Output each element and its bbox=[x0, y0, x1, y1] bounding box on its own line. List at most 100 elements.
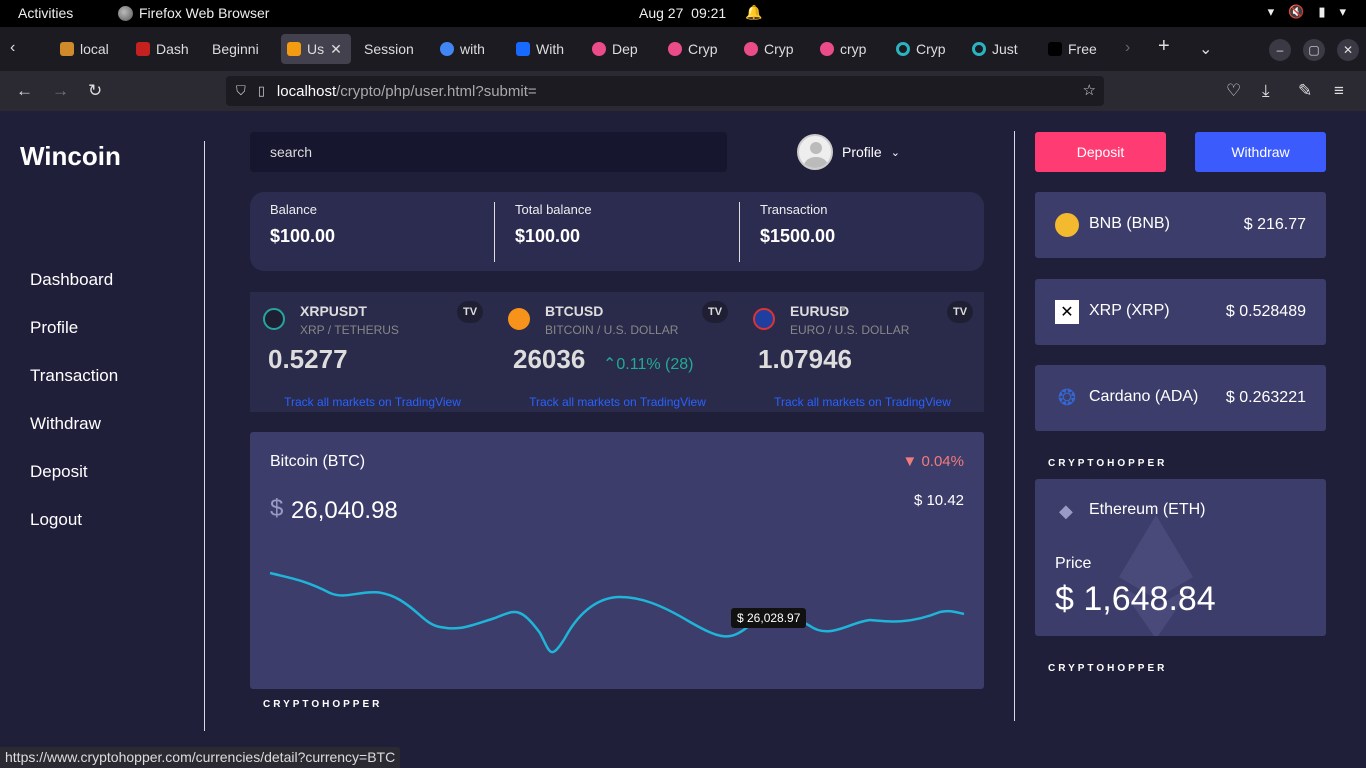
currency-symbol: $ bbox=[270, 495, 284, 522]
xampp-icon bbox=[287, 42, 301, 56]
browser-tab[interactable]: cryp bbox=[820, 34, 875, 64]
ticker-eurusd[interactable]: EURUSD ● EURO / U.S. DOLLAR 1.07946 TV Tr… bbox=[740, 292, 985, 412]
maximize-icon[interactable]: ▢ bbox=[1303, 39, 1325, 61]
ethereum-card[interactable]: ◆ Ethereum (ETH) Price $ 1,648.84 bbox=[1035, 479, 1326, 636]
bitcoin-price-card[interactable]: Bitcoin (BTC) ▼ 0.04% $ 26,040.98 $ 10.4… bbox=[250, 432, 984, 689]
browser-tab[interactable]: Beginni bbox=[212, 34, 268, 64]
volume-icon: 🔇 bbox=[1288, 4, 1305, 19]
browser-tab[interactable]: With bbox=[516, 34, 571, 64]
tab-favicon bbox=[972, 42, 986, 56]
nav-dashboard[interactable]: Dashboard bbox=[30, 270, 113, 290]
cryptohopper-logo[interactable]: CRYPTOHOPPER bbox=[1048, 663, 1167, 674]
chevron-down-icon: ▾ bbox=[1339, 4, 1346, 19]
browser-tab[interactable]: Dep bbox=[592, 34, 647, 64]
forward-icon[interactable]: → bbox=[52, 81, 69, 101]
browser-tab[interactable]: Free bbox=[1048, 34, 1103, 64]
dribbble-icon bbox=[744, 42, 758, 56]
close-window-icon[interactable]: ✕ bbox=[1337, 39, 1359, 61]
url-bar[interactable]: ⛉ ▯ localhost/crypto/php/user.html?submi… bbox=[226, 76, 1104, 106]
behance-icon bbox=[516, 42, 530, 56]
nav-transaction[interactable]: Transaction bbox=[30, 366, 118, 386]
ticker-xrpusdt[interactable]: XRPUSDT XRP / TETHERUS 0.5277 TV Track a… bbox=[250, 292, 495, 412]
xrp-icon: ✕ bbox=[1055, 300, 1079, 324]
divider bbox=[739, 202, 740, 262]
profile-label: Profile bbox=[842, 144, 882, 160]
eu-us-flag-icon bbox=[753, 308, 775, 330]
clock[interactable]: Aug 27 09:21 bbox=[639, 5, 726, 21]
tradingview-link[interactable]: Track all markets on TradingView bbox=[495, 395, 740, 409]
avatar bbox=[797, 134, 833, 170]
browser-tab[interactable]: local bbox=[60, 34, 115, 64]
tab-scroll-right-icon[interactable]: › bbox=[1125, 39, 1130, 57]
downloads-icon[interactable]: ⤓ bbox=[1262, 81, 1270, 101]
browser-tab[interactable]: Cryp bbox=[668, 34, 723, 64]
ethereum-icon: ◆ bbox=[1059, 501, 1073, 521]
reload-icon[interactable]: ↻ bbox=[88, 81, 102, 101]
page-content: Wincoin Dashboard Profile Transaction Wi… bbox=[0, 111, 1366, 768]
withdraw-button[interactable]: Withdraw bbox=[1195, 132, 1326, 172]
tradingview-logo-icon: TV bbox=[702, 301, 728, 323]
status-bar-url: https://www.cryptohopper.com/currencies/… bbox=[0, 747, 401, 768]
tradingview-link[interactable]: Track all markets on TradingView bbox=[250, 395, 495, 409]
bookmark-star-icon[interactable]: ☆ bbox=[1083, 81, 1096, 99]
list-tabs-icon[interactable]: ⌄ bbox=[1199, 39, 1212, 59]
tab-bar: ‹ local Dash Beginni Us ✕ Session with Wi… bbox=[0, 27, 1366, 71]
dribbble-icon bbox=[820, 42, 834, 56]
app-name: Firefox Web Browser bbox=[139, 5, 270, 21]
extension-icon[interactable]: ✎ bbox=[1298, 81, 1312, 101]
pocket-icon[interactable]: ♡ bbox=[1226, 81, 1241, 101]
search-input[interactable]: search bbox=[250, 132, 727, 172]
tab-scroll-left-icon[interactable]: ‹ bbox=[10, 39, 15, 57]
ticker-btcusd[interactable]: BTCUSD BITCOIN / U.S. DOLLAR 26036 ⌃0.11… bbox=[495, 292, 740, 412]
market-status-dot: ● bbox=[840, 304, 847, 315]
balance-summary: Balance $100.00 Total balance $100.00 Tran… bbox=[250, 192, 984, 271]
sparkline-chart bbox=[269, 571, 965, 654]
bnb-icon bbox=[1055, 213, 1079, 237]
menu-icon[interactable]: ≡ bbox=[1334, 81, 1344, 101]
transaction-item: Transaction $1500.00 bbox=[760, 202, 836, 246]
nav-withdraw[interactable]: Withdraw bbox=[30, 414, 101, 434]
navigation-toolbar: ← → ↻ ⛉ ▯ localhost/crypto/php/user.html… bbox=[0, 71, 1366, 111]
minimize-icon[interactable]: – bbox=[1269, 39, 1291, 61]
browser-tab-active[interactable]: Us ✕ bbox=[281, 34, 351, 64]
tradingview-logo-icon: TV bbox=[947, 301, 973, 323]
cardano-icon: ❂ bbox=[1057, 385, 1077, 410]
cryptohopper-logo[interactable]: CRYPTOHOPPER bbox=[263, 699, 382, 710]
nav-logout[interactable]: Logout bbox=[30, 510, 82, 530]
back-icon[interactable]: ← bbox=[16, 81, 33, 101]
nav-profile[interactable]: Profile bbox=[30, 318, 78, 338]
deposit-button[interactable]: Deposit bbox=[1035, 132, 1166, 172]
system-tray[interactable]: ▾ 🔇 ▮ ▾ bbox=[1268, 4, 1346, 20]
browser-tab[interactable]: with bbox=[440, 34, 495, 64]
nav-deposit[interactable]: Deposit bbox=[30, 462, 88, 482]
browser-tab[interactable]: Just bbox=[972, 34, 1027, 64]
percent-change: ▼ 0.04% bbox=[902, 453, 964, 470]
app-menu[interactable]: Firefox Web Browser bbox=[118, 5, 269, 21]
browser-tab[interactable]: Cryp bbox=[896, 34, 951, 64]
tradingview-ticker-widget: XRPUSDT XRP / TETHERUS 0.5277 TV Track a… bbox=[250, 292, 984, 412]
price-tooltip: $ 26,028.97 bbox=[731, 608, 807, 628]
dribbble-icon bbox=[592, 42, 606, 56]
new-tab-icon[interactable]: + bbox=[1158, 35, 1170, 58]
coin-card-xrp[interactable]: ✕ XRP (XRP) $ 0.528489 bbox=[1035, 279, 1326, 345]
tradingview-link[interactable]: Track all markets on TradingView bbox=[740, 395, 985, 409]
browser-tab[interactable]: Cryp bbox=[744, 34, 799, 64]
shield-icon: ⛉ bbox=[236, 83, 246, 98]
page-icon: ▯ bbox=[257, 83, 265, 98]
bell-icon: 🔔 bbox=[745, 4, 763, 20]
url-text: localhost/crypto/php/user.html?submit= bbox=[276, 82, 537, 100]
browser-tab[interactable]: Session bbox=[364, 34, 424, 64]
google-icon bbox=[440, 42, 454, 56]
browser-tab[interactable]: Dash bbox=[136, 34, 191, 64]
cryptohopper-logo[interactable]: CRYPTOHOPPER bbox=[1048, 458, 1167, 469]
activities-button[interactable]: Activities bbox=[18, 5, 73, 21]
tradingview-icon bbox=[1048, 42, 1062, 56]
profile-menu[interactable]: Profile ⌄ bbox=[797, 134, 900, 170]
close-tab-icon[interactable]: ✕ bbox=[330, 41, 342, 58]
brand-logo[interactable]: Wincoin bbox=[20, 141, 121, 172]
gmail-icon bbox=[136, 42, 150, 56]
coin-card-cardano[interactable]: ❂ Cardano (ADA) $ 0.263221 bbox=[1035, 365, 1326, 431]
chevron-down-icon: ⌄ bbox=[890, 146, 900, 159]
tab-favicon bbox=[896, 42, 910, 56]
coin-card-bnb[interactable]: BNB (BNB) $ 216.77 bbox=[1035, 192, 1326, 258]
